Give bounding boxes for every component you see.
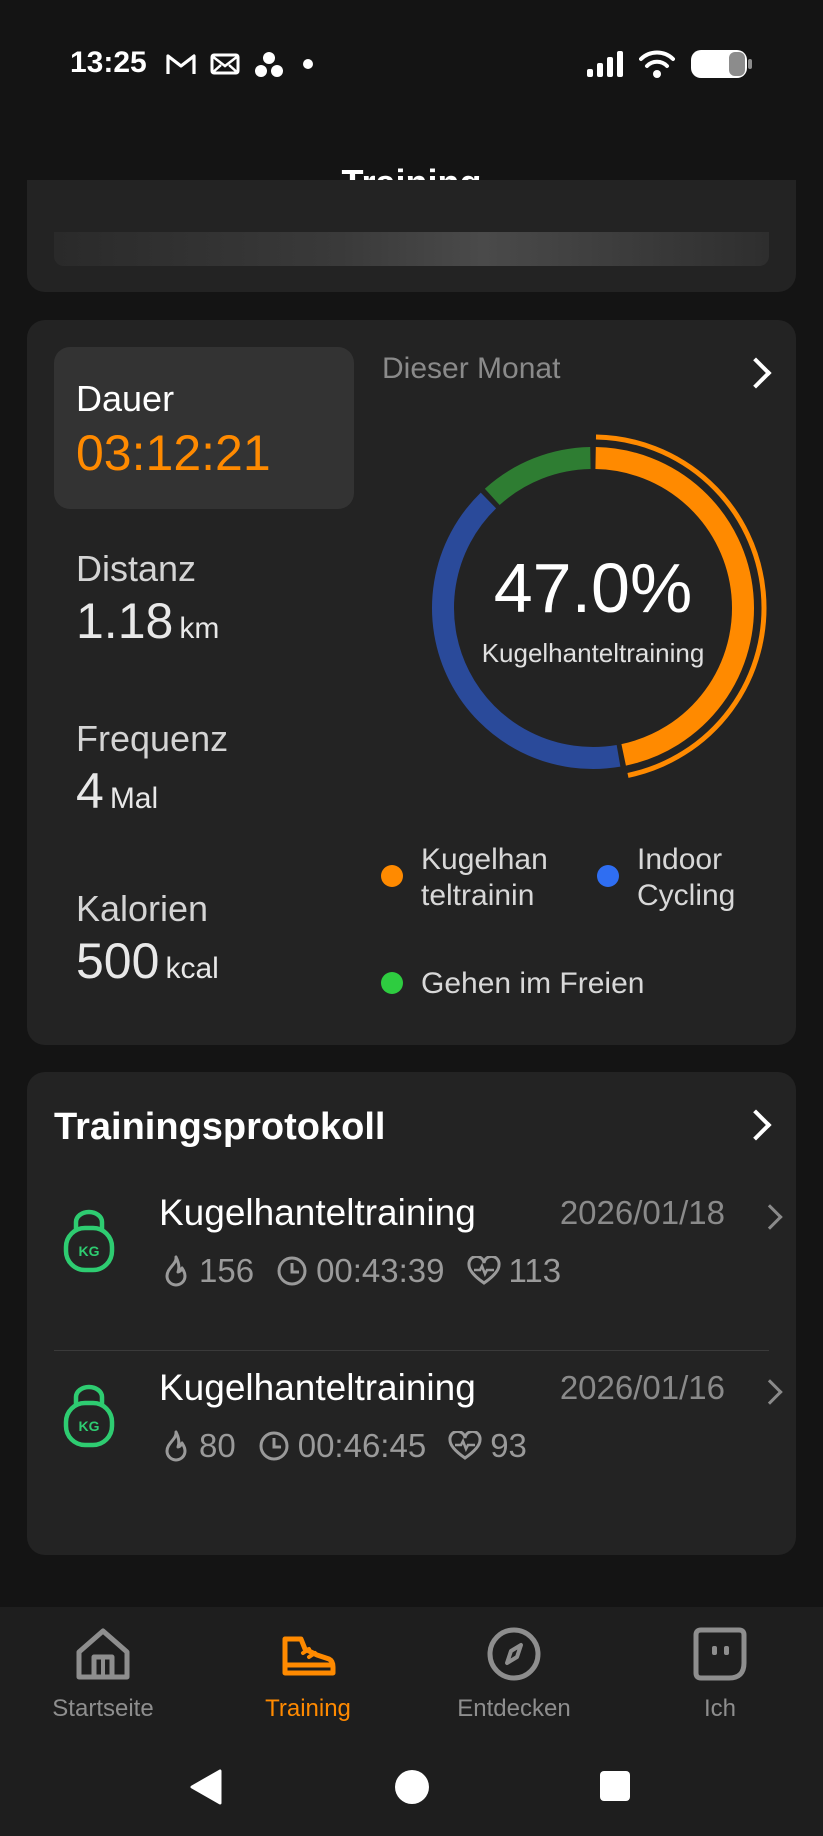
calories-metric: 156 xyxy=(161,1252,254,1290)
chevron-right-icon[interactable] xyxy=(757,1379,783,1405)
frequenz-number: 4 xyxy=(76,763,104,819)
heart-rate-icon xyxy=(448,1431,482,1460)
frequenz-unit: Mal xyxy=(109,782,159,815)
system-nav-bar xyxy=(0,1752,823,1836)
legend-dot-gehen xyxy=(381,972,403,994)
legend-line-2: Cycling xyxy=(637,879,736,912)
duration-metric: 00:46:45 xyxy=(258,1427,426,1465)
heart-rate-metric: 113 xyxy=(467,1252,562,1290)
calories-value: 156 xyxy=(199,1252,255,1289)
kettlebell-label: KG xyxy=(79,1418,100,1434)
heart-rate-value: 113 xyxy=(508,1252,562,1289)
flame-icon xyxy=(165,1255,187,1287)
legend-dot-kugelhantel xyxy=(381,865,403,887)
chevron-right-icon[interactable] xyxy=(740,1109,772,1141)
entry-name: Kugelhanteltraining xyxy=(159,1192,476,1233)
frequenz-value: 4 Mal xyxy=(76,762,158,820)
heart-rate-metric: 93 xyxy=(448,1427,527,1465)
entry-date: 2026/01/18 xyxy=(559,1194,725,1231)
tab-label: Ich xyxy=(703,1695,736,1722)
battery-icon xyxy=(691,50,752,78)
clock-icon xyxy=(277,1256,307,1286)
profile-icon xyxy=(693,1627,747,1681)
home-circle-icon[interactable] xyxy=(393,1768,431,1806)
gmail-icon xyxy=(166,54,196,74)
chevron-right-icon[interactable] xyxy=(757,1204,783,1230)
legend-item-gehen[interactable]: Gehen im Freien xyxy=(421,966,644,1002)
wifi-icon xyxy=(639,50,675,78)
kalorien-value: 500 kcal xyxy=(76,932,219,990)
dauer-value: 03:12:21 xyxy=(76,425,271,481)
calories-metric: 80 xyxy=(161,1427,236,1465)
legend-line-2: teltrainin xyxy=(421,879,535,912)
duration-value: 00:43:39 xyxy=(316,1252,445,1289)
shoe-icon xyxy=(282,1636,336,1676)
kettlebell-icon: KG xyxy=(63,1384,115,1448)
donut-segment-indoor-cycling[interactable] xyxy=(432,492,621,769)
heart-rate-icon xyxy=(467,1256,501,1285)
calories-value: 80 xyxy=(199,1427,236,1464)
frequenz-label[interactable]: Frequenz xyxy=(76,718,228,760)
status-bar: 13:25 xyxy=(0,0,823,130)
entry-date: 2026/01/16 xyxy=(559,1369,725,1406)
status-right-icons xyxy=(585,48,753,80)
dot-icon xyxy=(303,59,313,69)
log-entry[interactable]: KG Kugelhanteltraining 2026/01/16 80 00:… xyxy=(27,1347,796,1517)
tab-ich[interactable]: Ich xyxy=(625,1625,815,1723)
back-icon[interactable] xyxy=(188,1768,224,1806)
entry-name: Kugelhanteltraining xyxy=(159,1367,476,1408)
distanz-label[interactable]: Distanz xyxy=(76,548,196,590)
banner-image[interactable] xyxy=(54,232,769,266)
tab-label: Startseite xyxy=(52,1695,154,1722)
distanz-number: 1.18 xyxy=(76,593,174,649)
flame-icon xyxy=(165,1430,187,1462)
legend-item-indoor-cycling[interactable]: Indoor Cycling xyxy=(637,842,735,914)
recents-icon[interactable] xyxy=(599,1770,631,1802)
legend-line-1: Kugelhan xyxy=(421,843,548,876)
distanz-value: 1.18 km xyxy=(76,592,219,650)
legend-dot-indoor-cycling xyxy=(597,865,619,887)
log-entry[interactable]: KG Kugelhanteltraining 2026/01/18 156 00… xyxy=(27,1172,796,1342)
mail-icon xyxy=(210,53,240,75)
tab-entdecken[interactable]: Entdecken xyxy=(419,1625,609,1723)
period-label[interactable]: Dieser Monat xyxy=(382,352,560,386)
kettlebell-label: KG xyxy=(79,1243,100,1259)
dauer-label: Dauer xyxy=(76,378,175,419)
clock-icon xyxy=(259,1431,289,1461)
heart-rate-value: 93 xyxy=(490,1427,527,1464)
kalorien-label[interactable]: Kalorien xyxy=(76,888,208,930)
kettlebell-icon: KG xyxy=(63,1209,115,1273)
duration-value: 00:46:45 xyxy=(297,1427,427,1464)
donut-sub-label: Kugelhanteltraining xyxy=(481,638,705,668)
entry-metrics: 156 00:43:39 113 xyxy=(161,1252,583,1290)
status-left-icons xyxy=(166,50,318,78)
chevron-right-icon[interactable] xyxy=(740,357,772,389)
training-log-card: Trainingsprotokoll KG Kugelhanteltrainin… xyxy=(27,1072,796,1555)
notification-icon xyxy=(255,52,283,77)
duration-metric: 00:43:39 xyxy=(276,1252,445,1290)
tab-training[interactable]: Training xyxy=(213,1625,403,1723)
monthly-stats-card: Dauer 03:12:21 Distanz 1.18 km Frequenz 4… xyxy=(27,320,796,1045)
donut-segment-gehen-im-freien[interactable] xyxy=(484,447,591,506)
distanz-unit: km xyxy=(179,612,220,645)
banner-card[interactable] xyxy=(27,180,796,292)
home-icon xyxy=(76,1628,130,1680)
tab-startseite[interactable]: Startseite xyxy=(8,1625,198,1723)
log-title[interactable]: Trainingsprotokoll xyxy=(54,1106,385,1149)
donut-percent: 47.0% xyxy=(493,549,693,627)
entry-metrics: 80 00:46:45 93 xyxy=(161,1427,549,1465)
legend-line-1: Indoor xyxy=(637,843,723,876)
status-time: 13:25 xyxy=(70,46,147,79)
signal-icon xyxy=(587,51,623,77)
legend-item-kugelhantel[interactable]: Kugelhan teltrainin xyxy=(421,842,548,914)
tab-label: Entdecken xyxy=(457,1695,571,1722)
compass-icon xyxy=(487,1627,541,1681)
kalorien-number: 500 xyxy=(76,933,160,989)
legend-line-1: Gehen im Freien xyxy=(421,967,645,1000)
tab-label: Training xyxy=(265,1695,351,1722)
kalorien-unit: kcal xyxy=(165,952,219,985)
